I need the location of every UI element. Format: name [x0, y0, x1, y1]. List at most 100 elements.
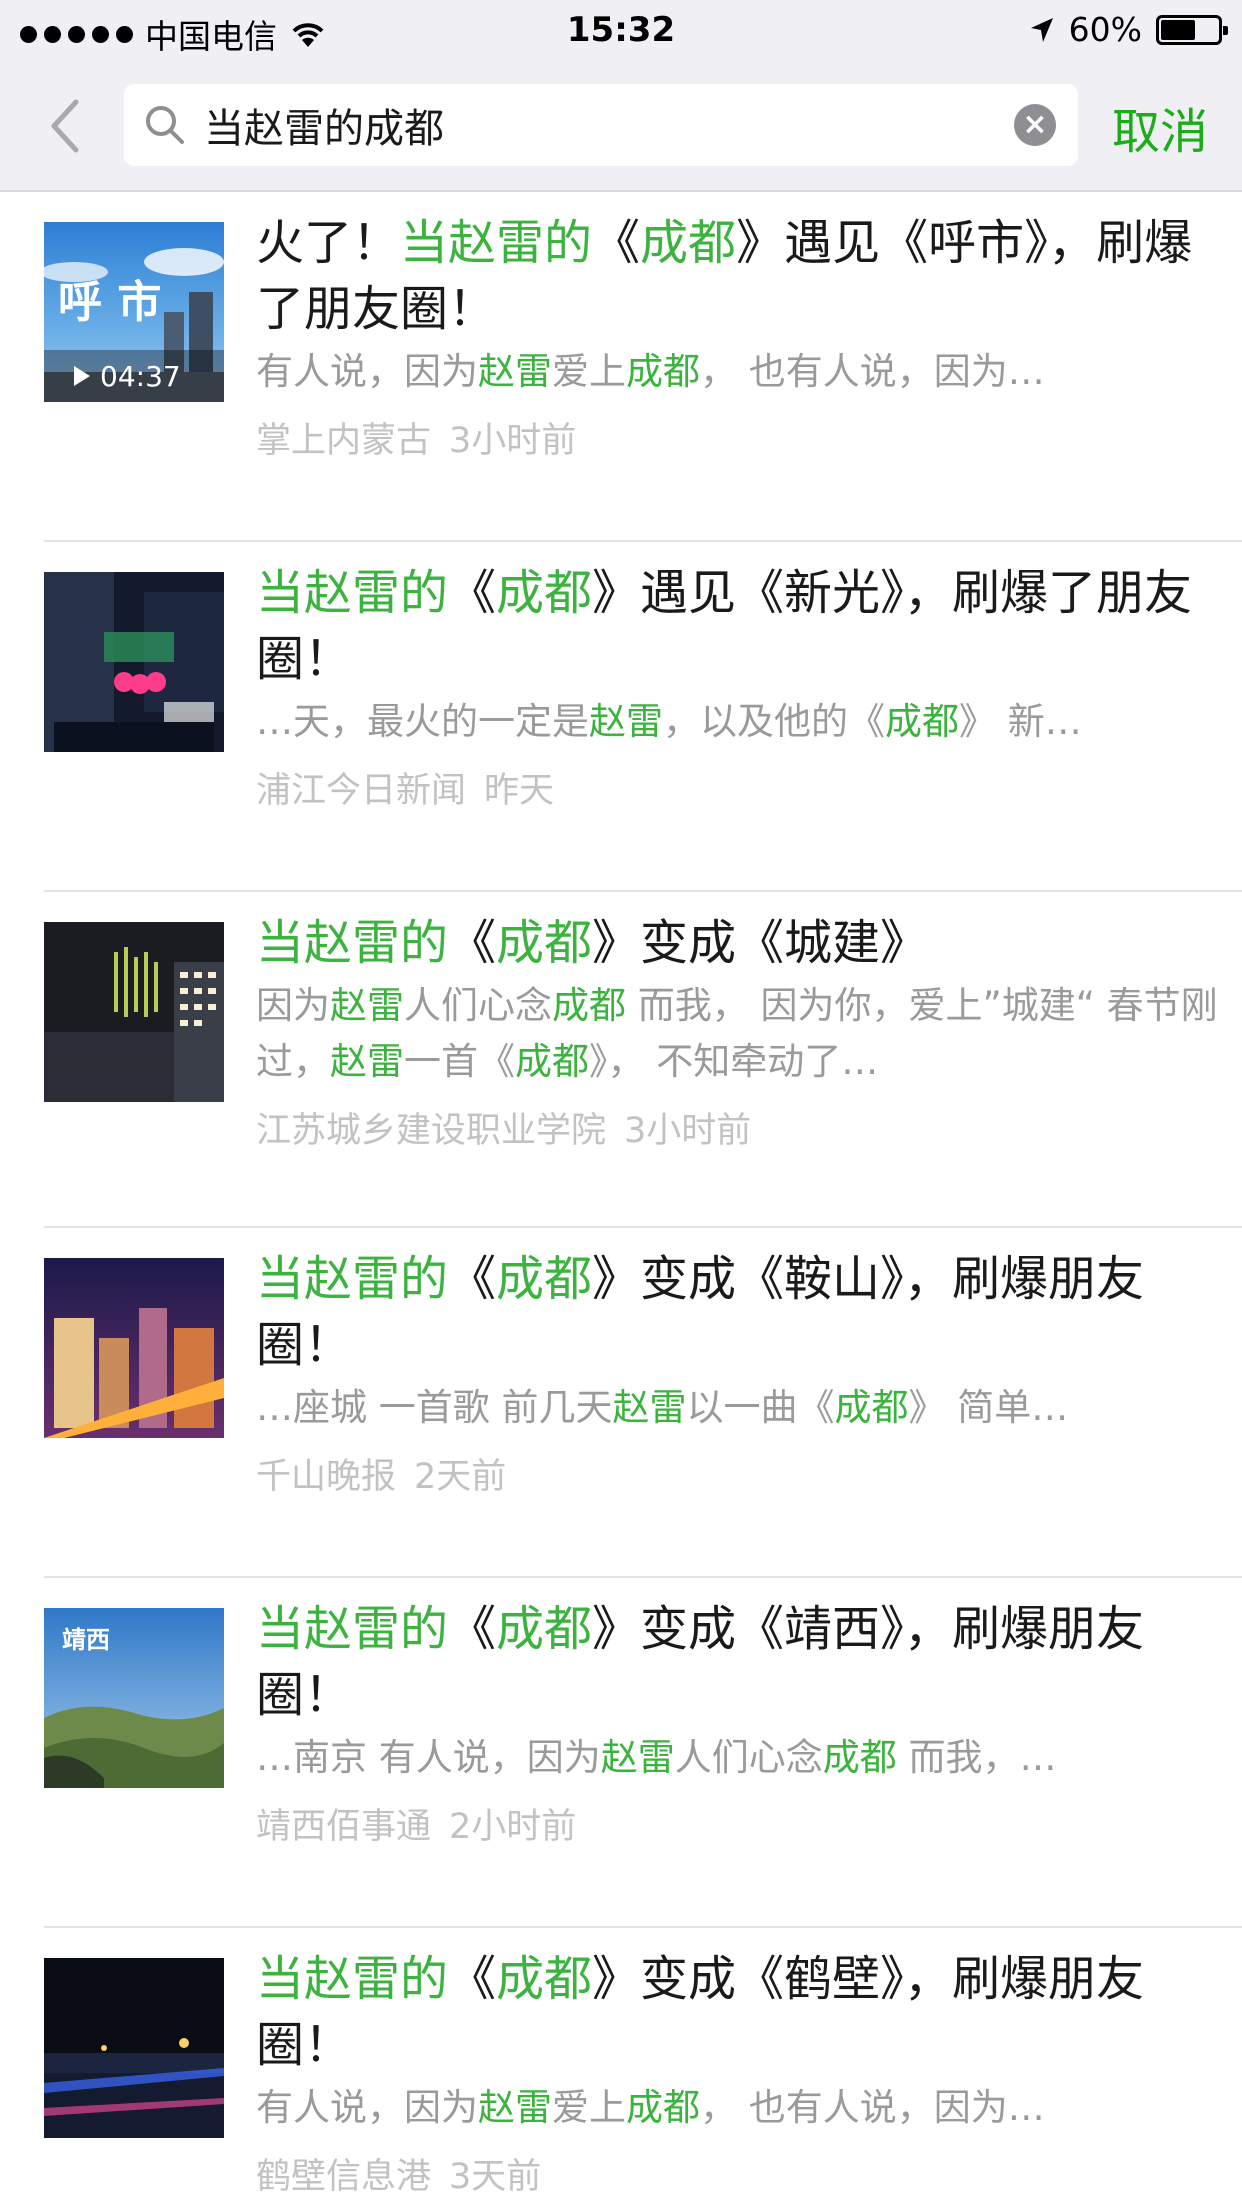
result-thumbnail[interactable] — [44, 922, 224, 1102]
text-segment: 《 — [448, 565, 497, 621]
result-title[interactable]: 火了！当赵雷的《成都》遇见《呼市》，刷爆了朋友圈！ — [256, 210, 1231, 342]
highlight-text: 赵雷 — [478, 350, 552, 393]
highlight-text: 赵雷 — [600, 1736, 675, 1779]
search-input[interactable] — [204, 84, 1004, 166]
highlight-text: 成都 — [626, 2086, 700, 2129]
result-title[interactable]: 当赵雷的《成都》变成《靖西》，刷爆朋友圈！ — [256, 1596, 1231, 1728]
result-time: 3小时前 — [624, 1111, 752, 1151]
result-time: 2小时前 — [449, 1807, 577, 1847]
result-item[interactable]: 当赵雷的《成都》变成《鹤壁》，刷爆朋友圈！ 有人说，因为赵雷爱上成都， 也有人说… — [44, 1928, 1242, 2208]
highlight-text: 成都 — [822, 1736, 897, 1779]
result-title[interactable]: 当赵雷的《成都》变成《鹤壁》，刷爆朋友圈！ — [256, 1946, 1231, 2078]
result-title[interactable]: 当赵雷的《成都》遇见《新光》，刷爆了朋友圈！ — [256, 560, 1231, 692]
result-item[interactable]: 呼 市 04:37 火了！当赵雷的《成都》遇见《呼市》，刷爆了朋友圈！ 有人说，… — [44, 192, 1242, 542]
search-bar[interactable]: × — [124, 84, 1078, 166]
text-segment: 》 简单… — [908, 1386, 1069, 1429]
result-time: 3小时前 — [449, 421, 577, 461]
result-snippet: …天，最火的一定是赵雷，以及他的《成都》 新… — [256, 694, 1231, 750]
result-content: 当赵雷的《成都》变成《鹤壁》，刷爆朋友圈！ 有人说，因为赵雷爱上成都， 也有人说… — [256, 1946, 1231, 2199]
highlight-text: 成都 — [496, 1601, 593, 1657]
highlight-text: 当赵雷的 — [256, 1601, 449, 1657]
text-segment: 爱上 — [552, 2086, 626, 2129]
result-source: 鹤壁信息港 — [256, 2157, 432, 2197]
text-segment: 因为 — [256, 984, 330, 1027]
result-item[interactable]: 当赵雷的《成都》变成《城建》 因为赵雷人们心念成都 而我， 因为你，爱上”城建“… — [44, 892, 1242, 1228]
top-bar: 中国电信 15:32 60% × 取 — [0, 0, 1242, 192]
text-segment: 爱上 — [552, 350, 626, 393]
thumb-overlay-text: 靖西 — [62, 1626, 110, 1654]
text-segment: 人们心念 — [674, 1736, 823, 1779]
cancel-button[interactable]: 取消 — [1112, 92, 1208, 162]
highlight-text: 成都 — [834, 1386, 909, 1429]
result-item[interactable]: 靖西 当赵雷的《成都》变成《靖西》，刷爆朋友圈！ …南京 有人说，因为赵雷人们心… — [44, 1578, 1242, 1928]
text-segment: 《 — [592, 215, 641, 271]
text-segment: 有人说，因为 — [256, 350, 478, 393]
result-thumbnail[interactable] — [44, 1958, 224, 2138]
result-meta: 江苏城乡建设职业学院 3小时前 — [256, 1102, 1231, 1153]
results-list: 呼 市 04:37 火了！当赵雷的《成都》遇见《呼市》，刷爆了朋友圈！ 有人说，… — [0, 192, 1242, 2208]
result-meta: 鹤壁信息港 3天前 — [256, 2148, 1231, 2199]
text-segment: 火了！ — [256, 215, 401, 271]
highlight-text: 赵雷 — [589, 700, 663, 743]
result-title[interactable]: 当赵雷的《成都》变成《鞍山》，刷爆朋友圈！ — [256, 1246, 1231, 1378]
highlight-text: 成都 — [515, 1040, 589, 1083]
highlight-text: 成都 — [885, 700, 959, 743]
text-segment: 》变成《城建》 — [592, 915, 929, 971]
highlight-text: 赵雷 — [330, 984, 404, 1027]
result-meta: 掌上内蒙古 3小时前 — [256, 412, 1231, 463]
result-content: 当赵雷的《成都》变成《城建》 因为赵雷人们心念成都 而我， 因为你，爱上”城建“… — [256, 910, 1231, 1153]
result-content: 当赵雷的《成都》变成《靖西》，刷爆朋友圈！ …南京 有人说，因为赵雷人们心念成都… — [256, 1596, 1231, 1849]
result-time: 昨天 — [484, 771, 555, 811]
clear-icon[interactable]: × — [1014, 104, 1056, 146]
search-icon — [146, 106, 184, 144]
battery-percent: 60% — [1068, 10, 1142, 49]
battery-fill — [1161, 19, 1195, 40]
result-thumbnail[interactable] — [44, 1258, 224, 1438]
highlight-text: 当赵雷的 — [256, 1951, 449, 2007]
text-segment: ，以及他的《 — [663, 700, 885, 743]
result-content: 当赵雷的《成都》变成《鞍山》，刷爆朋友圈！ …座城 一首歌 前几天赵雷以一曲《成… — [256, 1246, 1231, 1499]
text-segment: 一首《 — [404, 1040, 515, 1083]
result-item[interactable]: 当赵雷的《成都》遇见《新光》，刷爆了朋友圈！ …天，最火的一定是赵雷，以及他的《… — [44, 542, 1242, 892]
back-chevron-icon — [51, 99, 79, 153]
result-title[interactable]: 当赵雷的《成都》变成《城建》 — [256, 910, 1231, 976]
highlight-text: 成都 — [552, 984, 626, 1027]
text-segment: 《 — [448, 1601, 497, 1657]
result-meta: 浦江今日新闻 昨天 — [256, 762, 1231, 813]
highlight-text: 赵雷 — [478, 2086, 552, 2129]
result-snippet: 因为赵雷人们心念成都 而我， 因为你，爱上”城建“ 春节刚过，赵雷一首《成都》，… — [256, 978, 1231, 1090]
play-icon — [74, 366, 90, 386]
text-segment: 以一曲《 — [686, 1386, 835, 1429]
back-button[interactable] — [42, 96, 88, 156]
status-right: 60% — [1029, 10, 1228, 49]
highlight-text: 成都 — [626, 350, 700, 393]
result-thumbnail[interactable]: 呼 市 04:37 — [44, 222, 224, 402]
result-thumbnail[interactable] — [44, 572, 224, 752]
highlight-text: 成都 — [496, 915, 593, 971]
highlight-text: 成都 — [496, 565, 593, 621]
text-segment: 而我，… — [896, 1736, 1057, 1779]
highlight-text: 当赵雷的 — [256, 1251, 449, 1307]
text-segment: 》 新… — [959, 700, 1082, 743]
status-bar: 中国电信 15:32 60% — [0, 0, 1242, 60]
text-segment: 》， 不知牵动了… — [589, 1040, 879, 1083]
location-arrow-icon — [1030, 17, 1053, 42]
text-segment: …南京 有人说，因为 — [256, 1736, 601, 1779]
result-snippet: 有人说，因为赵雷爱上成都， 也有人说，因为… — [256, 344, 1231, 400]
result-source: 浦江今日新闻 — [256, 771, 467, 811]
text-segment: 人们心念 — [404, 984, 552, 1027]
result-source: 江苏城乡建设职业学院 — [256, 1111, 607, 1151]
video-duration: 04:37 — [100, 359, 181, 393]
highlight-text: 成都 — [496, 1251, 593, 1307]
highlight-text: 赵雷 — [330, 1040, 404, 1083]
result-thumbnail[interactable]: 靖西 — [44, 1608, 224, 1788]
result-meta: 千山晚报 2天前 — [256, 1448, 1231, 1499]
city-night-image — [44, 1258, 224, 1438]
result-item[interactable]: 当赵雷的《成都》变成《鞍山》，刷爆朋友圈！ …座城 一首歌 前几天赵雷以一曲《成… — [44, 1228, 1242, 1578]
result-content: 火了！当赵雷的《成都》遇见《呼市》，刷爆了朋友圈！ 有人说，因为赵雷爱上成都， … — [256, 210, 1231, 463]
highlight-text: 成都 — [496, 1951, 593, 2007]
result-source: 靖西佰事通 — [256, 1807, 432, 1847]
result-snippet: …座城 一首歌 前几天赵雷以一曲《成都》 简单… — [256, 1380, 1231, 1436]
landscape-image: 靖西 — [44, 1608, 224, 1788]
result-time: 3天前 — [449, 2157, 542, 2197]
